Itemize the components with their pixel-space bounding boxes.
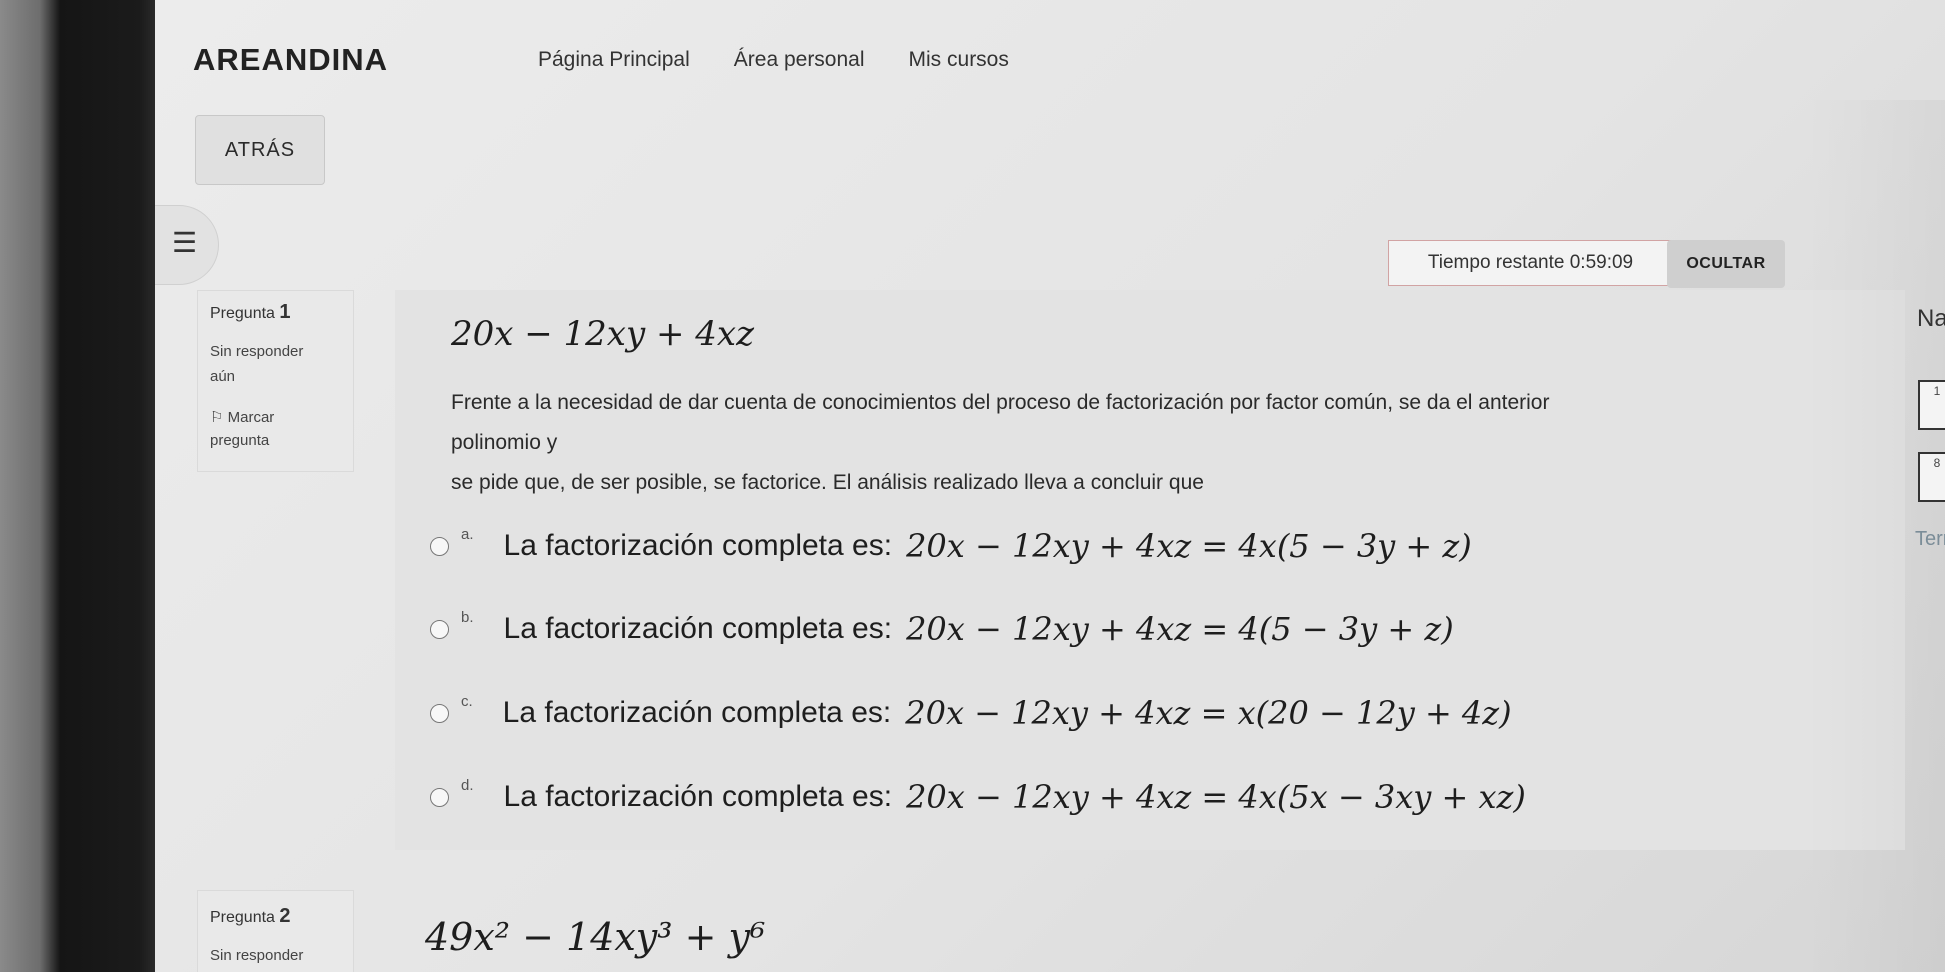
nav-home[interactable]: Página Principal [538, 48, 690, 72]
answer-option-a[interactable]: a. La factorización completa es: 20x − 1… [430, 526, 1472, 565]
quiz-nav-question-1[interactable]: 1 [1918, 380, 1945, 430]
radio-button[interactable] [430, 703, 449, 723]
question2-expression: 49x² − 14xy³ + y⁶ [425, 915, 766, 959]
answer-option-b[interactable]: b. La factorización completa es: 20x − 1… [430, 609, 1454, 648]
nav-personal-area[interactable]: Área personal [734, 48, 865, 72]
question-number: Pregunta 2 [210, 905, 291, 927]
radio-button[interactable] [430, 619, 449, 639]
flag-icon: ⚐ [210, 409, 224, 426]
answer-option-c[interactable]: c. La factorización completa es: 20x − 1… [430, 693, 1512, 732]
question-status-cont: aún [210, 368, 236, 385]
site-logo[interactable]: AREANDINA [193, 42, 388, 78]
radio-button[interactable] [430, 787, 449, 807]
question-expression: 20x − 12xy + 4xz [451, 314, 755, 354]
monitor-bezel [0, 0, 155, 972]
question-number: Pregunta 1 [210, 301, 291, 323]
browser-viewport: AREANDINA Página Principal Área personal… [155, 0, 1945, 972]
flag-question-link[interactable]: ⚐ Marcar [210, 408, 274, 426]
question-info-1: Pregunta 1 Sin responder aún ⚐ Marcar pr… [197, 290, 354, 472]
flag-question-link-cont[interactable]: pregunta [210, 432, 269, 449]
hide-timer-button[interactable]: OCULTAR [1667, 240, 1785, 288]
back-button[interactable]: ATRÁS [195, 115, 325, 185]
top-navigation: Página Principal Área personal Mis curso… [538, 48, 1009, 72]
drawer-toggle-button[interactable]: ☰ [155, 205, 219, 285]
quiz-nav-question-8[interactable]: 8 [1918, 452, 1945, 502]
nav-my-courses[interactable]: Mis cursos [909, 48, 1009, 72]
question-content-panel [395, 290, 1905, 850]
time-remaining: Tiempo restante 0:59:09 [1388, 240, 1673, 286]
radio-button[interactable] [430, 536, 449, 556]
question-status: Sin responder [210, 343, 304, 360]
finish-attempt-link[interactable]: Termir [1915, 528, 1945, 551]
list-icon: ☰ [172, 227, 198, 258]
answer-option-d[interactable]: d. La factorización completa es: 20x − 1… [430, 777, 1526, 816]
timer-label: Tiempo restante [1427, 252, 1565, 273]
timer-value: 0:59:09 [1569, 252, 1634, 273]
question-status: Sin responder [210, 947, 304, 964]
question-text: Frente a la necesidad de dar cuenta de c… [451, 391, 1550, 494]
quiz-navigation-title: Nave [1917, 305, 1945, 332]
question-info-2: Pregunta 2 Sin responder [197, 890, 354, 972]
